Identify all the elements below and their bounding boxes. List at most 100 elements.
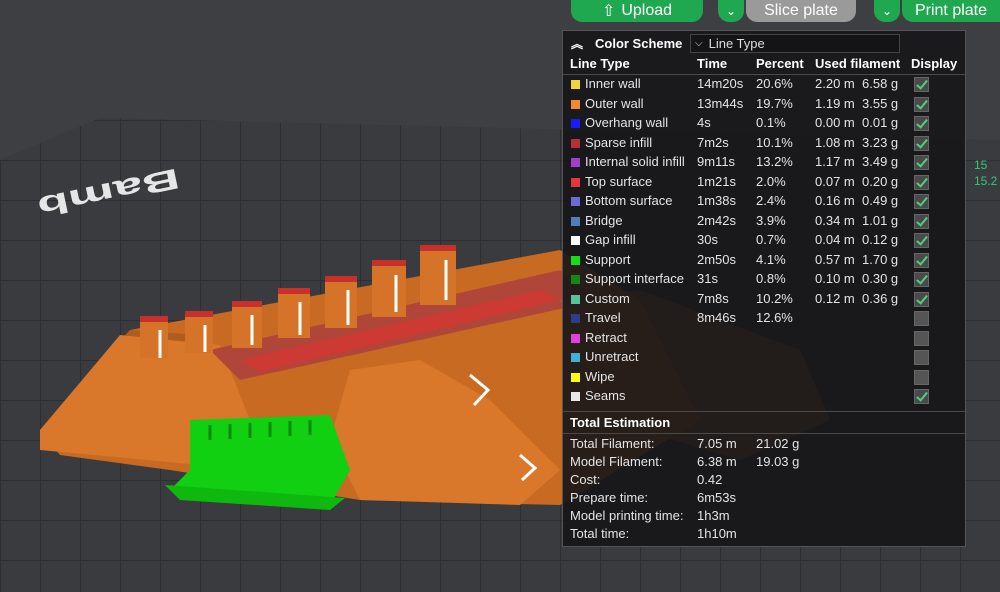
estimation-label: Model Filament: xyxy=(570,454,663,469)
legend-row: Top surface 1m21s 2.0% 0.07 m 0.20 g xyxy=(563,174,967,194)
line-type-name: Sparse infill xyxy=(585,134,653,150)
display-checkbox[interactable] xyxy=(914,252,929,268)
line-type-time: 9m11s xyxy=(697,154,736,169)
display-checkbox[interactable] xyxy=(914,291,929,307)
display-checkbox[interactable] xyxy=(914,77,929,92)
legend-row: Bottom surface 1m38s 2.4% 0.16 m 0.49 g xyxy=(563,193,967,213)
print-dropdown-button[interactable]: ⌄ xyxy=(874,0,900,22)
line-type-percent: 0.8% xyxy=(756,271,786,286)
legend-title: Color Scheme xyxy=(595,36,683,51)
display-checkbox[interactable] xyxy=(914,116,929,131)
color-swatch xyxy=(571,314,580,323)
line-type-length: 0.10 m xyxy=(815,271,855,286)
line-type-weight: 1.01 g xyxy=(862,212,899,228)
display-checkbox[interactable] xyxy=(914,311,929,326)
line-type-length: 0.34 m xyxy=(815,212,855,228)
total-estimation-title: Total Estimation xyxy=(570,415,671,430)
line-type-percent: 20.6% xyxy=(756,76,793,91)
slice-dropdown-button[interactable]: ⌄ xyxy=(718,0,744,22)
color-swatch xyxy=(571,372,580,382)
line-type-weight: 1.70 g xyxy=(862,251,899,267)
line-type-length: 1.17 m xyxy=(815,154,855,169)
line-type-name: Overhang wall xyxy=(585,115,669,130)
estimation-value: 0.42 xyxy=(697,472,723,487)
display-checkbox[interactable] xyxy=(914,96,929,112)
line-type-length: 1.08 m xyxy=(815,134,855,150)
header-percent: Percent xyxy=(756,56,804,71)
display-checkbox[interactable] xyxy=(914,174,929,190)
color-swatch xyxy=(571,392,580,401)
line-type-time: 8m46s xyxy=(697,310,737,325)
display-checkbox[interactable] xyxy=(914,194,929,209)
legend-row: Gap infill 30s 0.7% 0.04 m 0.12 g xyxy=(563,232,967,252)
print-label: Print plate xyxy=(914,2,988,19)
line-type-percent: 3.9% xyxy=(756,212,786,228)
legend-row: Internal solid infill 9m11s 13.2% 1.17 m 3.4… xyxy=(563,154,967,174)
line-type-percent: 0.1% xyxy=(756,115,786,130)
color-scheme-value: Line Type xyxy=(708,36,765,51)
upload-button[interactable]: ⇧ Upload xyxy=(571,0,703,22)
estimation-label: Prepare time: xyxy=(570,490,649,505)
line-type-percent: 12.6% xyxy=(756,310,793,325)
display-checkbox[interactable] xyxy=(914,213,929,229)
line-type-name: Support interface xyxy=(585,271,685,286)
display-checkbox[interactable] xyxy=(914,350,929,365)
line-type-length: 0.12 m xyxy=(815,290,855,306)
estimation-label: Model printing time: xyxy=(570,508,684,523)
color-swatch xyxy=(571,177,580,187)
line-type-weight: 6.58 g xyxy=(862,76,899,91)
chevron-down-icon: ⌄ xyxy=(881,4,893,18)
collapse-icon[interactable]: ︽ xyxy=(571,35,585,52)
color-swatch xyxy=(571,158,580,167)
display-checkbox[interactable] xyxy=(914,155,929,170)
line-type-length: 0.07 m xyxy=(815,173,855,189)
line-type-percent: 0.7% xyxy=(756,232,786,247)
legend-column-headers: Line Type Time Percent Used filament Dis… xyxy=(563,56,967,74)
display-checkbox[interactable] xyxy=(914,233,929,248)
legend-row: Support interface 31s 0.8% 0.10 m 0.30 g xyxy=(563,271,967,291)
display-checkbox[interactable] xyxy=(914,330,929,346)
estimation-label: Cost: xyxy=(570,472,601,487)
line-type-percent: 2.4% xyxy=(756,193,786,208)
line-type-percent: 10.2% xyxy=(756,290,793,306)
header-line-type: Line Type xyxy=(570,56,630,71)
divider xyxy=(563,74,967,75)
legend-row: Travel 8m46s 12.6% xyxy=(563,310,967,330)
line-type-time: 2m42s xyxy=(697,212,737,228)
line-type-name: Bridge xyxy=(585,212,623,228)
color-swatch xyxy=(571,255,580,265)
line-type-percent: 10.1% xyxy=(756,134,793,150)
estimation-value: 6m53s xyxy=(697,490,737,505)
slice-label: Slice plate xyxy=(764,2,838,19)
line-type-time: 31s xyxy=(697,271,718,286)
line-type-time: 13m44s xyxy=(697,95,744,111)
line-type-weight: 3.23 g xyxy=(862,134,899,150)
divider xyxy=(563,411,967,412)
color-swatch xyxy=(571,333,580,343)
line-type-weight: 0.36 g xyxy=(862,290,899,306)
line-type-length: 0.57 m xyxy=(815,251,855,267)
display-checkbox[interactable] xyxy=(914,272,929,287)
line-type-name: Outer wall xyxy=(585,95,644,111)
color-swatch xyxy=(571,353,580,362)
display-checkbox[interactable] xyxy=(914,135,929,151)
color-swatch xyxy=(571,99,580,109)
print-plate-button[interactable]: Print plate xyxy=(902,0,1000,22)
display-checkbox[interactable] xyxy=(914,389,929,404)
line-type-time: 7m2s xyxy=(697,134,729,150)
line-type-name: Custom xyxy=(585,290,630,306)
color-scheme-select[interactable]: ⌵ Line Type xyxy=(690,34,900,53)
line-type-name: Inner wall xyxy=(585,76,641,91)
color-swatch xyxy=(571,80,580,89)
line-type-time: 7m8s xyxy=(697,290,729,306)
line-type-time: 1m38s xyxy=(697,193,737,208)
upload-icon: ⇧ xyxy=(601,3,616,20)
legend-row: Bridge 2m42s 3.9% 0.34 m 1.01 g xyxy=(563,213,967,233)
estimation-value: 7.05 m xyxy=(697,436,737,451)
estimation-extra: 19.03 g xyxy=(756,454,800,469)
line-type-weight: 0.01 g xyxy=(862,115,899,130)
line-type-percent: 13.2% xyxy=(756,154,793,169)
legend-row: Sparse infill 7m2s 10.1% 1.08 m 3.23 g xyxy=(563,135,967,155)
slice-plate-button[interactable]: Slice plate xyxy=(746,0,856,22)
display-checkbox[interactable] xyxy=(914,369,929,385)
